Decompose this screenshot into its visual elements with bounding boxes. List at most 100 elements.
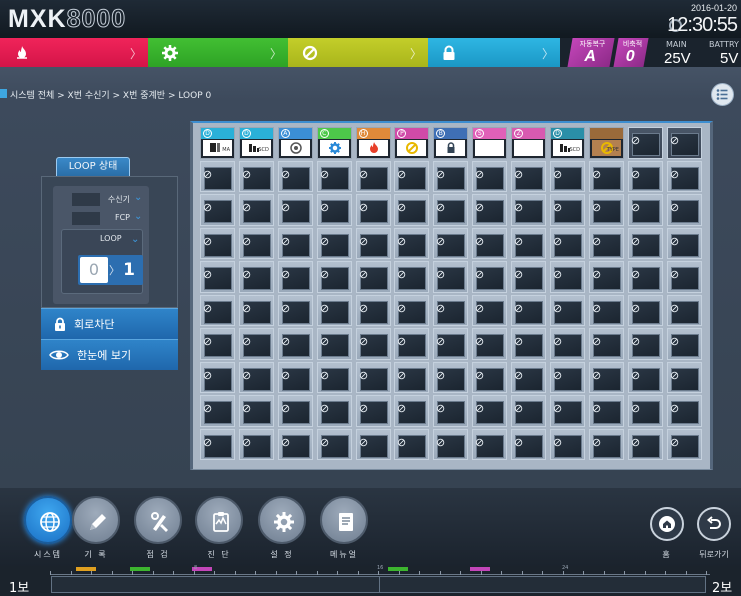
device-slot-empty[interactable] — [355, 428, 391, 460]
device-slot-empty[interactable] — [238, 361, 274, 393]
device-cell[interactable]: C — [316, 127, 352, 159]
device-slot-empty[interactable] — [394, 194, 430, 226]
device-cell[interactable]: Z — [511, 127, 547, 159]
device-slot-empty[interactable] — [550, 261, 586, 293]
device-slot-empty[interactable] — [550, 227, 586, 259]
device-slot-empty[interactable] — [238, 194, 274, 226]
device-slot-empty[interactable] — [550, 395, 586, 427]
nav-button-4[interactable] — [258, 496, 306, 544]
device-slot-empty[interactable] — [627, 194, 663, 226]
device-slot-empty[interactable] — [394, 227, 430, 259]
device-slot-empty[interactable] — [666, 160, 702, 192]
device-slot-empty[interactable] — [355, 194, 391, 226]
device-slot-empty[interactable] — [433, 227, 469, 259]
device-slot-empty[interactable] — [316, 160, 352, 192]
device-slot-empty[interactable] — [316, 328, 352, 360]
nav-button-2[interactable] — [134, 496, 182, 544]
device-slot-empty[interactable] — [355, 261, 391, 293]
device-cell[interactable]: B — [433, 127, 469, 159]
disable-status-segment[interactable]: 〉 — [288, 38, 428, 67]
device-slot-empty[interactable] — [666, 328, 702, 360]
device-slot-empty[interactable] — [277, 294, 313, 326]
device-slot-empty[interactable] — [200, 395, 235, 427]
device-slot-empty[interactable] — [200, 361, 235, 393]
device-slot-empty[interactable] — [627, 160, 663, 192]
device-cell[interactable]: TYPE — [588, 127, 624, 159]
list-view-button[interactable] — [711, 83, 734, 106]
device-slot-empty[interactable] — [238, 328, 274, 360]
device-slot-empty[interactable] — [472, 361, 508, 393]
device-slot-empty[interactable] — [433, 361, 469, 393]
device-slot-empty[interactable] — [200, 227, 235, 259]
device-slot-empty[interactable] — [238, 227, 274, 259]
device-slot-empty[interactable] — [666, 261, 702, 293]
device-slot-empty[interactable] — [511, 294, 547, 326]
device-slot-empty[interactable] — [627, 395, 663, 427]
device-slot-empty[interactable] — [355, 328, 391, 360]
device-cell-empty[interactable] — [666, 127, 702, 159]
device-slot-empty[interactable] — [627, 227, 663, 259]
device-cell[interactable]: D SCD — [238, 127, 274, 159]
device-slot-empty[interactable] — [588, 294, 624, 326]
device-cell[interactable]: P — [394, 127, 430, 159]
timeline-bar[interactable] — [51, 576, 706, 593]
device-slot-empty[interactable] — [316, 361, 352, 393]
device-slot-empty[interactable] — [277, 160, 313, 192]
device-slot-empty[interactable] — [472, 428, 508, 460]
device-slot-empty[interactable] — [238, 261, 274, 293]
device-cell[interactable]: H — [355, 127, 391, 159]
loop-start-input[interactable]: 0 — [80, 257, 108, 283]
device-slot-empty[interactable] — [238, 395, 274, 427]
device-slot-empty[interactable] — [238, 294, 274, 326]
device-slot-empty[interactable] — [472, 294, 508, 326]
device-slot-empty[interactable] — [355, 395, 391, 427]
back-button[interactable] — [697, 507, 731, 541]
device-slot-empty[interactable] — [588, 227, 624, 259]
device-slot-empty[interactable] — [355, 160, 391, 192]
device-slot-empty[interactable] — [472, 227, 508, 259]
device-slot-empty[interactable] — [588, 395, 624, 427]
device-slot-empty[interactable] — [394, 328, 430, 360]
device-slot-empty[interactable] — [550, 194, 586, 226]
device-slot-empty[interactable] — [550, 294, 586, 326]
device-slot-empty[interactable] — [511, 395, 547, 427]
device-cell-empty[interactable] — [627, 127, 663, 159]
device-slot-empty[interactable] — [433, 328, 469, 360]
device-slot-empty[interactable] — [316, 428, 352, 460]
device-slot-empty[interactable] — [627, 328, 663, 360]
device-slot-empty[interactable] — [200, 160, 235, 192]
device-slot-empty[interactable] — [394, 361, 430, 393]
device-slot-empty[interactable] — [433, 428, 469, 460]
device-slot-empty[interactable] — [472, 194, 508, 226]
device-slot-empty[interactable] — [511, 160, 547, 192]
device-cell[interactable]: D MA — [200, 127, 235, 159]
device-slot-empty[interactable] — [277, 428, 313, 460]
device-slot-empty[interactable] — [627, 361, 663, 393]
device-slot-empty[interactable] — [433, 160, 469, 192]
trouble-status-segment[interactable]: 〉 — [148, 38, 288, 67]
home-button[interactable] — [650, 507, 684, 541]
nav-button-1[interactable] — [72, 496, 120, 544]
device-slot-empty[interactable] — [433, 395, 469, 427]
device-slot-empty[interactable] — [394, 395, 430, 427]
device-slot-empty[interactable] — [627, 428, 663, 460]
loop-end-input[interactable]: 1 — [117, 257, 141, 283]
device-slot-empty[interactable] — [316, 261, 352, 293]
device-slot-empty[interactable] — [511, 227, 547, 259]
device-slot-empty[interactable] — [433, 294, 469, 326]
device-slot-empty[interactable] — [511, 328, 547, 360]
device-slot-empty[interactable] — [550, 160, 586, 192]
nav-button-3[interactable] — [195, 496, 243, 544]
device-slot-empty[interactable] — [588, 361, 624, 393]
device-slot-empty[interactable] — [627, 294, 663, 326]
device-slot-empty[interactable] — [238, 428, 274, 460]
device-slot-empty[interactable] — [511, 261, 547, 293]
storage-indicator[interactable]: 비축적 0 — [613, 38, 649, 67]
device-slot-empty[interactable] — [666, 194, 702, 226]
device-slot-empty[interactable] — [511, 361, 547, 393]
device-slot-empty[interactable] — [394, 428, 430, 460]
nav-button-0[interactable] — [24, 496, 72, 544]
device-slot-empty[interactable] — [277, 328, 313, 360]
device-slot-empty[interactable] — [200, 328, 235, 360]
device-slot-empty[interactable] — [277, 361, 313, 393]
